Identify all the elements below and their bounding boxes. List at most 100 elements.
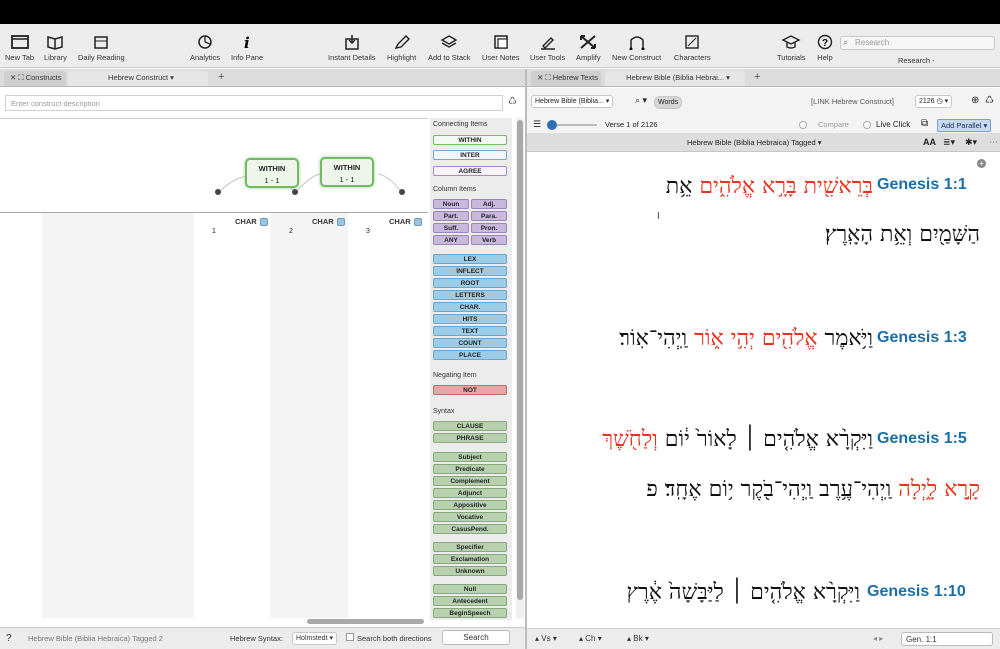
hebrew-word-hit[interactable]: בְּרֵאשִׁ֖ית בָּרָ֣א אֱלֹהִ֑ים — [699, 174, 873, 199]
column-toggle-icon[interactable] — [413, 218, 422, 227]
menu-icon[interactable]: ⋯ — [989, 137, 998, 148]
add-tab-icon[interactable]: + — [754, 71, 760, 83]
tab-hebrew-texts[interactable]: ✕ ⛶ Hebrew Texts — [531, 71, 601, 86]
tab-constructs[interactable]: ✕ ⛶ Constructs — [4, 71, 66, 86]
add-icon[interactable]: ⊕ — [971, 95, 979, 106]
palette-agree[interactable]: AGREE — [433, 166, 507, 176]
palette-phrase[interactable]: PHRASE — [433, 433, 507, 443]
history-arrows[interactable]: ◂ ▸ — [873, 634, 883, 643]
verse-text[interactable]: בְּרֵאשִׁ֖ית בָּרָ֣א אֱלֹהִ֑ים אֵ֥ת — [666, 173, 873, 199]
verse-text[interactable]: וַיִּקְרָ֨א אֱלֹהִ֤ים ׀ לָאוֹר֙ י֔וֹם וְ… — [602, 426, 873, 452]
compare-checkbox[interactable] — [799, 121, 807, 129]
within-node-2[interactable]: WITHIN 1 - 1 — [320, 157, 374, 187]
palette-count[interactable]: COUNT — [433, 338, 507, 348]
canvas-horizontal-scroll-thumb[interactable] — [307, 619, 424, 624]
text-header[interactable]: Hebrew Bible (Biblia Hebraica) Tagged ▾ — [687, 138, 822, 147]
chevron-down-icon[interactable]: ▾ — [170, 73, 174, 82]
palette-exclamation[interactable]: Exclamation — [433, 554, 507, 564]
search-mode-pill[interactable]: Words — [654, 96, 683, 109]
syntax-select[interactable]: Holmstedt ▾ — [292, 632, 337, 645]
column-toggle-icon[interactable] — [259, 218, 268, 227]
hebrew-word-hit[interactable]: אֱלֹהִ֖ים יְהִ֣י א֑וֹר — [694, 326, 817, 351]
info-pane-button[interactable]: i Info Pane — [231, 34, 263, 62]
verse-reference[interactable]: Genesis 1:1 — [877, 176, 967, 194]
palette-null[interactable]: Null — [433, 584, 507, 594]
tutorials-button[interactable]: Tutorials — [777, 34, 805, 62]
hebrew-word-hit[interactable]: וְלַחֹ֖שֶׁךְ — [602, 427, 657, 452]
verse-reference[interactable]: Genesis 1:3 — [877, 329, 967, 347]
characters-button[interactable]: Characters — [674, 34, 711, 62]
char-column-header[interactable]: CHAR — [235, 217, 268, 227]
add-parallel-button[interactable]: Add Parallel ▾ — [937, 119, 992, 132]
amplify-button[interactable]: Amplify — [576, 34, 601, 62]
verse-text[interactable]: וַיִּקְרָ֨א אֱלֹהִ֤ים ׀ לַיַּבָּשָׁה֙ אֶ… — [626, 579, 860, 605]
close-icon[interactable]: ✕ ⛶ — [10, 73, 26, 82]
palette-scroll-thumb[interactable] — [517, 120, 523, 600]
chapter-nav[interactable]: ▴ Ch ▾ — [579, 634, 602, 643]
research-menu[interactable]: Research - — [898, 56, 935, 65]
daily-reading-button[interactable]: Daily Reading — [78, 34, 125, 62]
new-tab-button[interactable]: New Tab — [5, 34, 34, 62]
verse-slider-track[interactable] — [557, 124, 597, 126]
column-toggle-icon[interactable] — [336, 218, 345, 227]
recycle-icon[interactable]: ♺ — [985, 95, 994, 106]
palette-char[interactable]: CHAR. — [433, 302, 507, 312]
library-button[interactable]: Library — [44, 34, 67, 62]
palette-suff[interactable]: Suff. — [433, 223, 469, 233]
liveclick-checkbox[interactable] — [863, 121, 871, 129]
verse-reference[interactable]: Genesis 1:5 — [877, 430, 967, 448]
palette-pron[interactable]: Pron. — [471, 223, 507, 233]
palette-within[interactable]: WITHIN — [433, 135, 507, 145]
gear-icon[interactable]: ✱▾ — [965, 137, 977, 148]
hebrew-word[interactable]: אֵ֥ת — [666, 174, 693, 199]
palette-para[interactable]: Para. — [471, 211, 507, 221]
palette-hits[interactable]: HITS — [433, 314, 507, 324]
palette-not[interactable]: NOT — [433, 385, 507, 395]
user-tools-button[interactable]: User Tools — [530, 34, 565, 62]
palette-clause[interactable]: CLAUSE — [433, 421, 507, 431]
palette-letters[interactable]: LETTERS — [433, 290, 507, 300]
palette-predicate[interactable]: Predicate — [433, 464, 507, 474]
font-size-icon[interactable]: AA — [923, 137, 936, 147]
instant-details-button[interactable]: Instant Details — [328, 34, 376, 62]
add-to-stack-button[interactable]: Add to Stack — [428, 34, 471, 62]
palette-adjunct[interactable]: Adjunct — [433, 488, 507, 498]
hits-count-select[interactable]: 2126 ◷ ▾ — [915, 95, 953, 108]
hebrew-word-hit[interactable]: קָ֣רָא לָ֑יְלָה — [898, 477, 980, 502]
highlight-button[interactable]: Highlight — [387, 34, 416, 62]
within-node-1[interactable]: WITHIN 1 - 1 — [245, 158, 299, 188]
hebrew-word[interactable]: וַֽיְהִי־אֽוֹר׃ — [619, 326, 687, 351]
char-column-header[interactable]: CHAR — [389, 217, 422, 227]
palette-any[interactable]: ANY — [433, 235, 469, 245]
palette-inter[interactable]: INTER — [433, 150, 507, 160]
palette-specifier[interactable]: Specifier — [433, 542, 507, 552]
palette-subject[interactable]: Subject — [433, 452, 507, 462]
text-reader[interactable]: + I Genesis 1:1 בְּרֵאשִׁ֖ית בָּרָ֣א אֱל… — [527, 153, 1000, 628]
palette-verb[interactable]: Verb — [471, 235, 507, 245]
help-icon[interactable]: ? — [6, 633, 12, 644]
user-notes-button[interactable]: User Notes — [482, 34, 520, 62]
palette-lex[interactable]: LEX — [433, 254, 507, 264]
new-construct-button[interactable]: New Construct — [612, 34, 661, 62]
verse-text[interactable]: וַיֹּ֥אמֶר אֱלֹהִ֖ים יְהִ֣י א֑וֹר וַֽיְה… — [619, 325, 873, 351]
char-column-header[interactable]: CHAR — [312, 217, 345, 227]
tab-hebrew-construct[interactable]: Hebrew Construct ▾ — [68, 71, 208, 86]
goto-reference-input[interactable]: Gen. 1:1 — [901, 632, 993, 646]
palette-text[interactable]: TEXT — [433, 326, 507, 336]
export-icon[interactable]: ⧉ — [921, 118, 928, 129]
recycle-icon[interactable]: ♺ — [508, 96, 517, 107]
research-search-input[interactable]: Research — [840, 36, 995, 50]
palette-complement[interactable]: Complement — [433, 476, 507, 486]
hebrew-word[interactable]: וַיֹּ֥אמֶר — [825, 326, 873, 351]
palette-beginspeech[interactable]: BeginSpeech — [433, 608, 507, 618]
verse-text-line2[interactable]: הַשָּׁמַ֖יִם וְאֵ֥ת הָאָֽרֶץ׃ — [825, 221, 980, 247]
search-button[interactable]: Search — [442, 630, 510, 645]
search-mode-icon[interactable]: ⌕ ▾ — [635, 95, 647, 106]
palette-inflect[interactable]: INFLECT — [433, 266, 507, 276]
add-tab-icon[interactable]: + — [218, 71, 224, 83]
verse-reference[interactable]: Genesis 1:10 — [867, 583, 966, 601]
hebrew-word[interactable]: וַֽיְהִי־עֶ֥רֶב וַֽיְהִי־בֹ֖קֶר י֥וֹם אֶ… — [646, 477, 891, 502]
palette-noun[interactable]: Noun — [433, 199, 469, 209]
palette-place[interactable]: PLACE — [433, 350, 507, 360]
palette-appositive[interactable]: Appositive — [433, 500, 507, 510]
